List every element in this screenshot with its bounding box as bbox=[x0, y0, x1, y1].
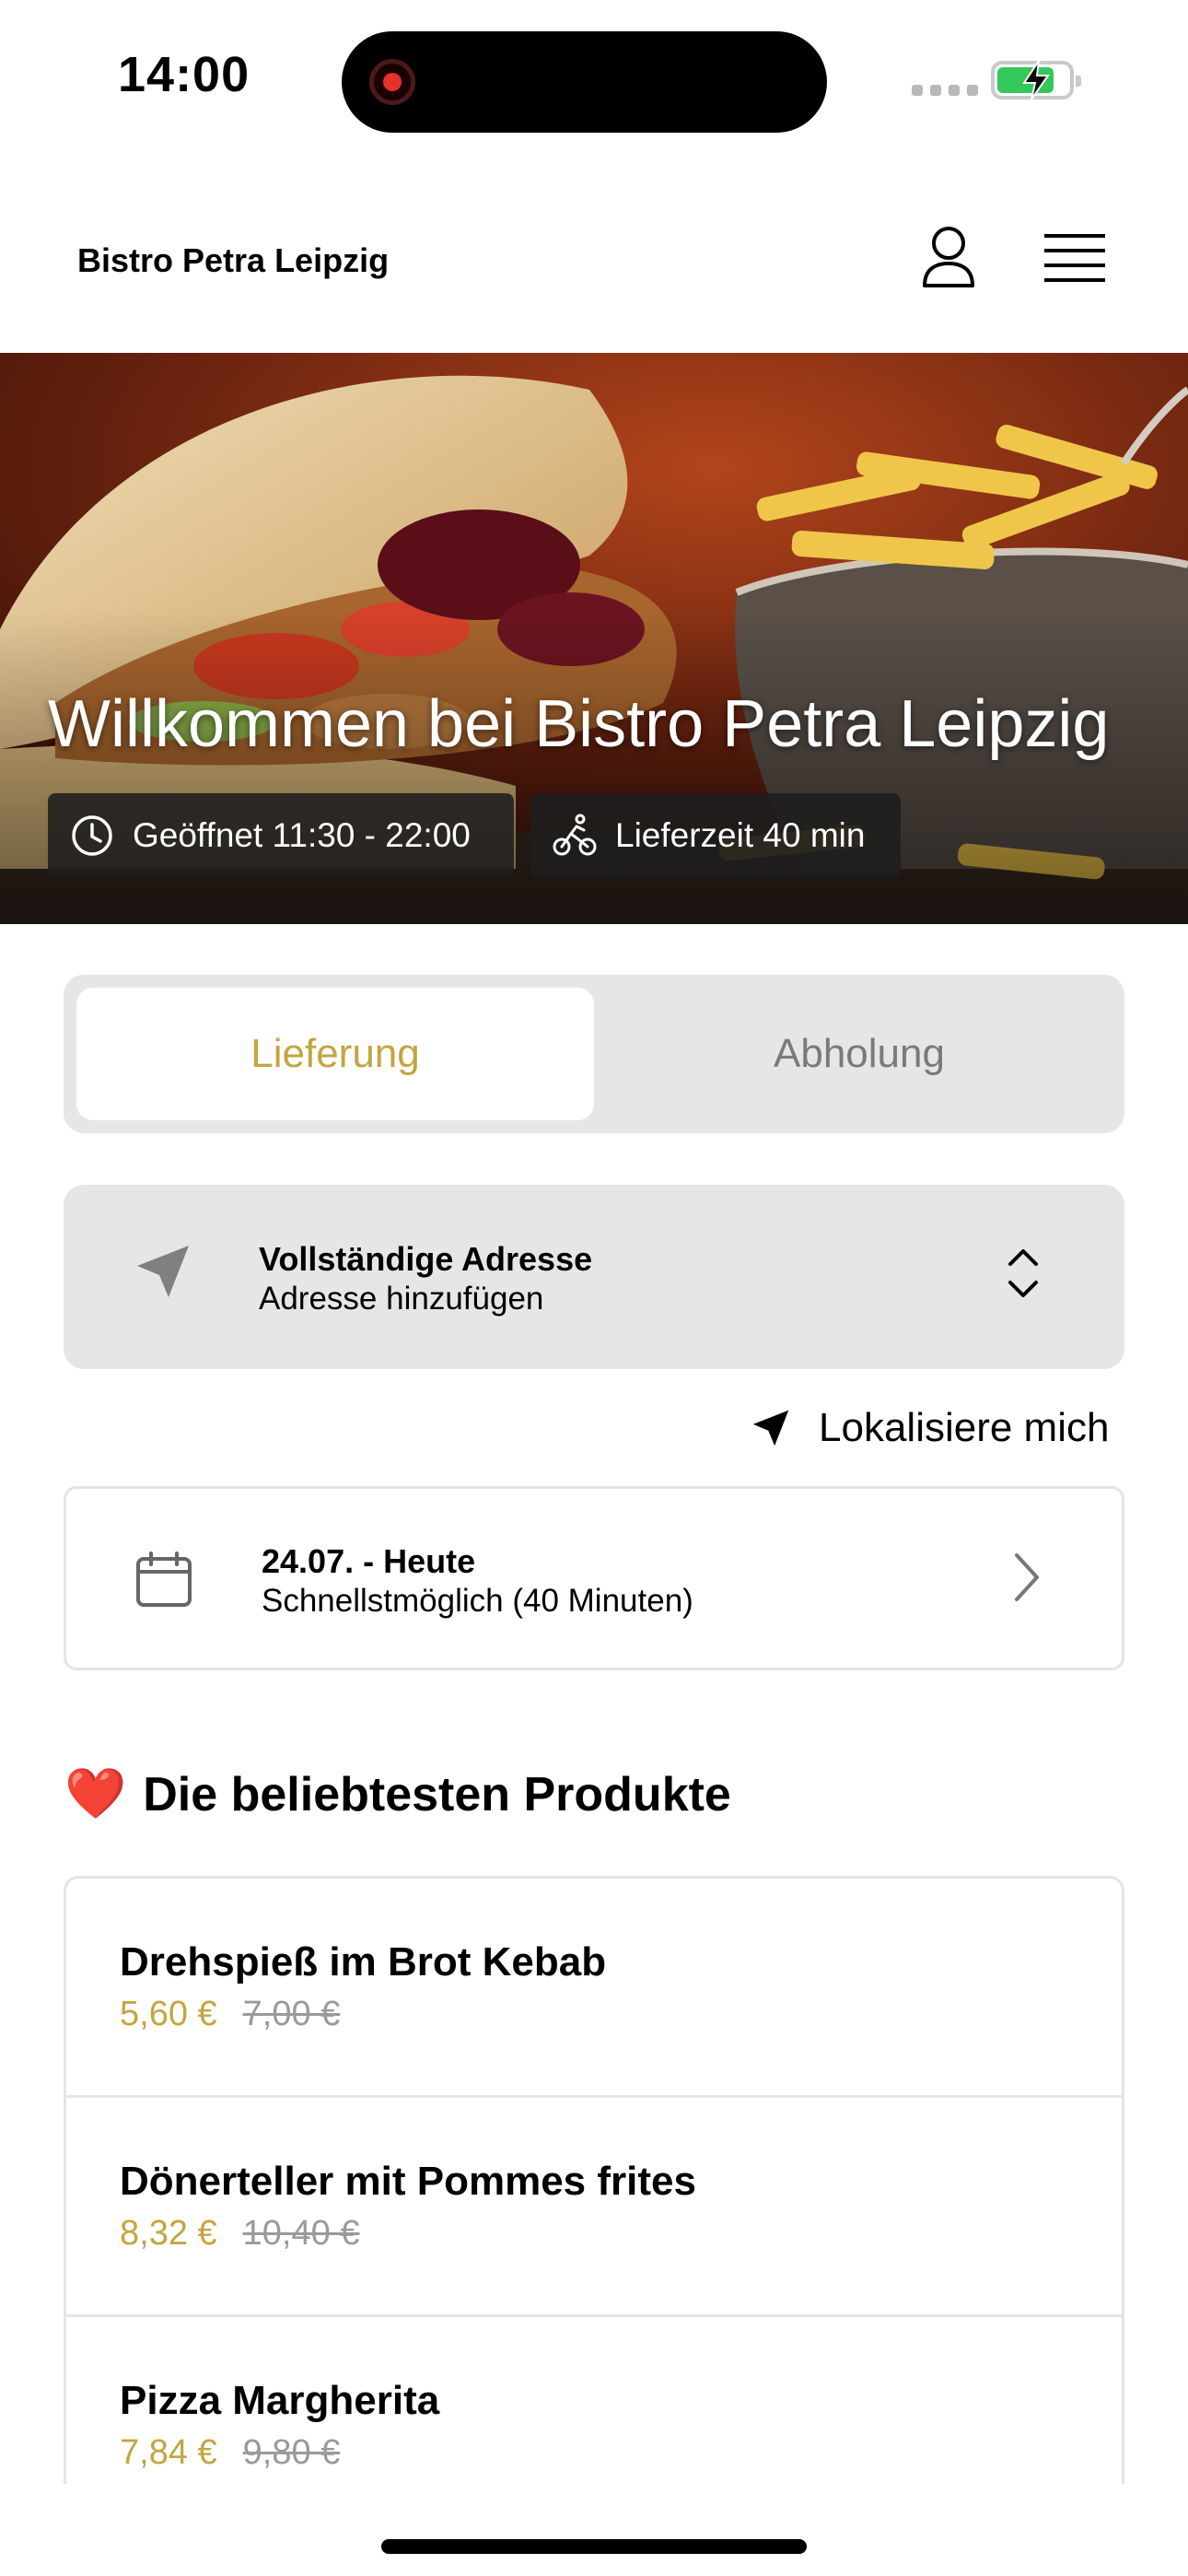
location-arrow-icon bbox=[137, 1246, 189, 1297]
delivery-time-selector[interactable]: 24.07. - Heute Schnellstmöglich (40 Minu… bbox=[64, 1486, 1124, 1670]
recording-indicator-icon bbox=[369, 59, 415, 105]
menu-button[interactable] bbox=[1039, 225, 1111, 291]
delivery-time-text: Lieferzeit 40 min bbox=[615, 816, 866, 854]
popular-products-list: Drehspieß im Brot Kebab 5,60 € 7,00 € Dö… bbox=[64, 1876, 1124, 2484]
product-item[interactable]: Drehspieß im Brot Kebab 5,60 € 7,00 € bbox=[66, 1879, 1122, 2098]
cellular-signal-icon bbox=[912, 85, 978, 96]
product-prices: 5,60 € 7,00 € bbox=[120, 1995, 340, 2034]
product-prices: 8,32 € 10,40 € bbox=[120, 2214, 359, 2254]
heart-icon: ❤️ bbox=[64, 1766, 127, 1821]
locate-me-label: Lokalisiere mich bbox=[819, 1405, 1110, 1450]
calendar-icon bbox=[136, 1551, 192, 1607]
opening-hours-text: Geöffnet 11:30 - 22:00 bbox=[133, 816, 471, 854]
opening-hours-badge: Geöffnet 11:30 - 22:00 bbox=[48, 793, 514, 878]
brand-name[interactable]: Bistro Petra Leipzig bbox=[77, 241, 389, 280]
product-old-price: 7,00 € bbox=[242, 1995, 341, 2033]
delivery-time-badge: Lieferzeit 40 min bbox=[530, 793, 901, 878]
welcome-title: Willkommen bei Bistro Petra Leipzig bbox=[48, 687, 1110, 761]
bicycle-courier-icon bbox=[553, 814, 597, 856]
product-name: Dönerteller mit Pommes frites bbox=[120, 2159, 696, 2204]
home-indicator[interactable] bbox=[381, 2539, 807, 2554]
address-selector[interactable]: Vollständige Adresse Adresse hinzufügen bbox=[64, 1185, 1124, 1369]
delivery-date: 24.07. - Heute bbox=[262, 1542, 476, 1580]
locate-me-button[interactable]: Lokalisiere mich bbox=[751, 1400, 1109, 1456]
chevron-right-icon bbox=[1015, 1553, 1039, 1601]
chevron-up-down-icon bbox=[1008, 1249, 1038, 1297]
clock-icon bbox=[72, 815, 112, 856]
dynamic-island bbox=[342, 31, 827, 133]
product-old-price: 10,40 € bbox=[242, 2214, 360, 2253]
app-screen: 14:00 Bistro Petra Leipzig Willkommen be… bbox=[0, 0, 1188, 2576]
status-time: 14:00 bbox=[118, 47, 250, 102]
tab-delivery[interactable]: Lieferung bbox=[76, 988, 594, 1120]
product-old-price: 9,80 € bbox=[242, 2433, 341, 2472]
product-prices: 7,84 € 9,80 € bbox=[120, 2433, 340, 2473]
hero-banner: Willkommen bei Bistro Petra Leipzig Geöf… bbox=[0, 353, 1188, 924]
product-name: Pizza Margherita bbox=[120, 2378, 440, 2423]
product-item[interactable]: Pizza Margherita 7,84 € 9,80 € bbox=[66, 2317, 1122, 2484]
address-title: Vollständige Adresse bbox=[259, 1240, 593, 1278]
user-icon bbox=[923, 227, 974, 287]
hamburger-menu-icon bbox=[1044, 234, 1105, 282]
battery-charging-icon bbox=[991, 61, 1081, 100]
product-name: Drehspieß im Brot Kebab bbox=[120, 1939, 607, 1985]
navigation-arrow-icon bbox=[752, 1410, 789, 1446]
address-placeholder: Adresse hinzufügen bbox=[259, 1281, 544, 1317]
product-price: 5,60 € bbox=[120, 1995, 217, 2033]
delivery-slot: Schnellstmöglich (40 Minuten) bbox=[262, 1583, 693, 1619]
tab-pickup[interactable]: Abholung bbox=[607, 988, 1112, 1120]
product-item[interactable]: Dönerteller mit Pommes frites 8,32 € 10,… bbox=[66, 2098, 1122, 2317]
product-price: 8,32 € bbox=[120, 2214, 217, 2253]
order-mode-toggle: Lieferung Abholung bbox=[64, 975, 1124, 1133]
product-price: 7,84 € bbox=[120, 2433, 217, 2472]
popular-products-title: Die beliebtesten Produkte bbox=[143, 1767, 731, 1821]
popular-products-heading: ❤️ Die beliebtesten Produkte bbox=[64, 1765, 731, 1823]
account-button[interactable] bbox=[912, 219, 985, 297]
